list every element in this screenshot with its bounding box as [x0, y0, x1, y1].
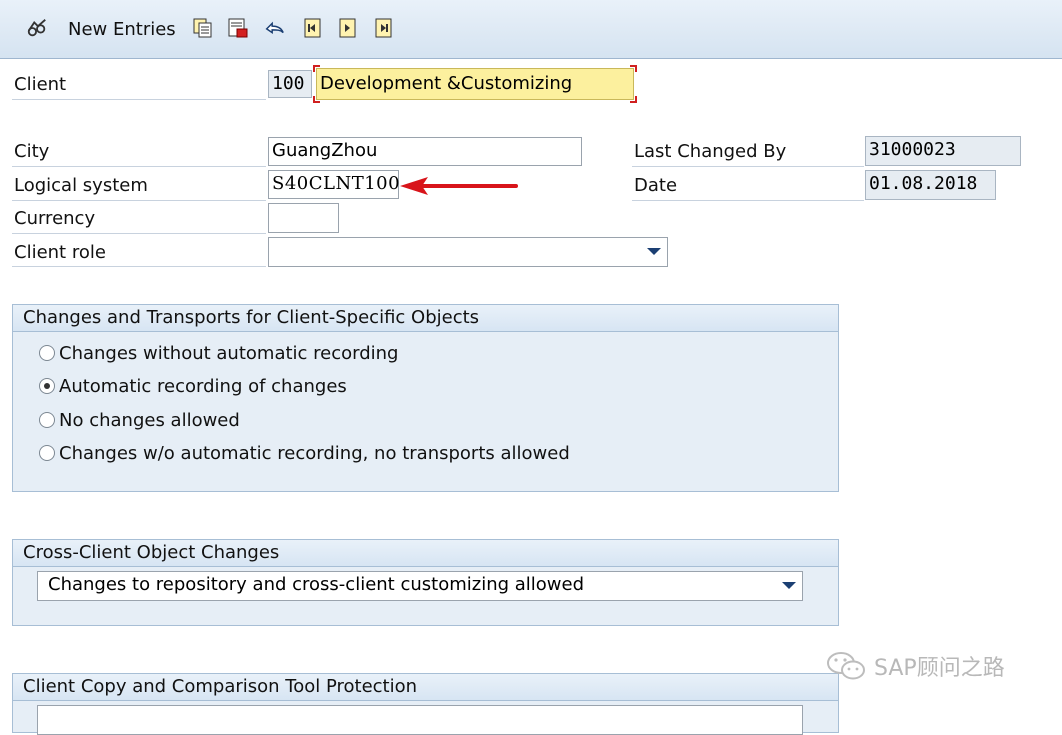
cross-client-group: Cross-Client Object Changes Changes to r… [12, 539, 839, 626]
city-label-underline [12, 166, 266, 167]
logical-system-input[interactable]: S40CLNT100 [268, 170, 400, 199]
radio-button[interactable] [39, 345, 55, 361]
radio-button-selected[interactable] [39, 378, 55, 394]
copy-icon[interactable] [191, 17, 213, 39]
client-role-label: Client role [14, 242, 106, 263]
radio-label: Changes without automatic recording [59, 342, 399, 364]
chevron-down-icon [782, 582, 796, 589]
copy-protection-dropdown[interactable] [37, 705, 803, 735]
first-page-icon[interactable] [302, 17, 324, 39]
city-label: City [14, 141, 50, 162]
watermark-text: SAP顾问之路 [874, 656, 1005, 681]
chevron-down-icon [647, 248, 661, 255]
currency-label: Currency [14, 208, 96, 229]
logical-system-label: Logical system [14, 175, 148, 196]
last-page-icon[interactable] [373, 17, 395, 39]
watermark: SAP顾问之路 [826, 646, 1005, 686]
date-label: Date [634, 175, 678, 196]
date-underline [632, 200, 864, 201]
client-label-underline [12, 99, 266, 100]
date-field: 01.08.2018 [865, 170, 996, 200]
client-number-field: 100 [268, 70, 312, 98]
city-input[interactable]: GuangZhou [268, 137, 582, 166]
cross-client-title: Cross-Client Object Changes [13, 540, 838, 567]
radio-label: Changes w/o automatic recording, no tran… [59, 442, 570, 464]
radio-button[interactable] [39, 445, 55, 461]
wechat-icon [827, 652, 865, 680]
radio-label: Automatic recording of changes [59, 375, 347, 397]
radio-option-no-recording[interactable]: Changes without automatic recording [39, 339, 399, 367]
cross-client-dropdown[interactable]: Changes to repository and cross-client c… [37, 571, 803, 601]
client-role-dropdown[interactable] [268, 237, 668, 267]
changes-transports-group: Changes and Transports for Client-Specif… [12, 304, 839, 492]
radio-label: No changes allowed [59, 409, 240, 431]
client-role-underline [12, 266, 266, 267]
currency-input[interactable] [268, 203, 339, 233]
glasses-icon[interactable] [26, 17, 48, 39]
copy-protection-title: Client Copy and Comparison Tool Protecti… [13, 674, 838, 701]
client-label: Client [14, 74, 67, 95]
last-changed-by-label: Last Changed By [634, 141, 787, 162]
currency-underline [12, 233, 266, 234]
radio-option-automatic-recording[interactable]: Automatic recording of changes [39, 372, 347, 400]
logical-system-underline [12, 200, 266, 201]
undo-icon[interactable] [263, 17, 285, 39]
application-toolbar: New Entries [0, 0, 1062, 59]
delete-icon[interactable] [227, 17, 249, 39]
radio-button[interactable] [39, 412, 55, 428]
annotation-arrow [400, 177, 518, 195]
focus-brackets [313, 65, 637, 103]
last-changed-by-underline [632, 166, 864, 167]
radio-option-no-changes[interactable]: No changes allowed [39, 406, 240, 434]
radio-option-no-transports[interactable]: Changes w/o automatic recording, no tran… [39, 439, 570, 467]
cross-client-value: Changes to repository and cross-client c… [48, 574, 585, 595]
next-page-icon[interactable] [337, 17, 359, 39]
copy-protection-group: Client Copy and Comparison Tool Protecti… [12, 673, 839, 735]
last-changed-by-field: 31000023 [865, 136, 1021, 166]
changes-transports-title: Changes and Transports for Client-Specif… [13, 305, 838, 332]
new-entries-button[interactable]: New Entries [68, 19, 176, 40]
